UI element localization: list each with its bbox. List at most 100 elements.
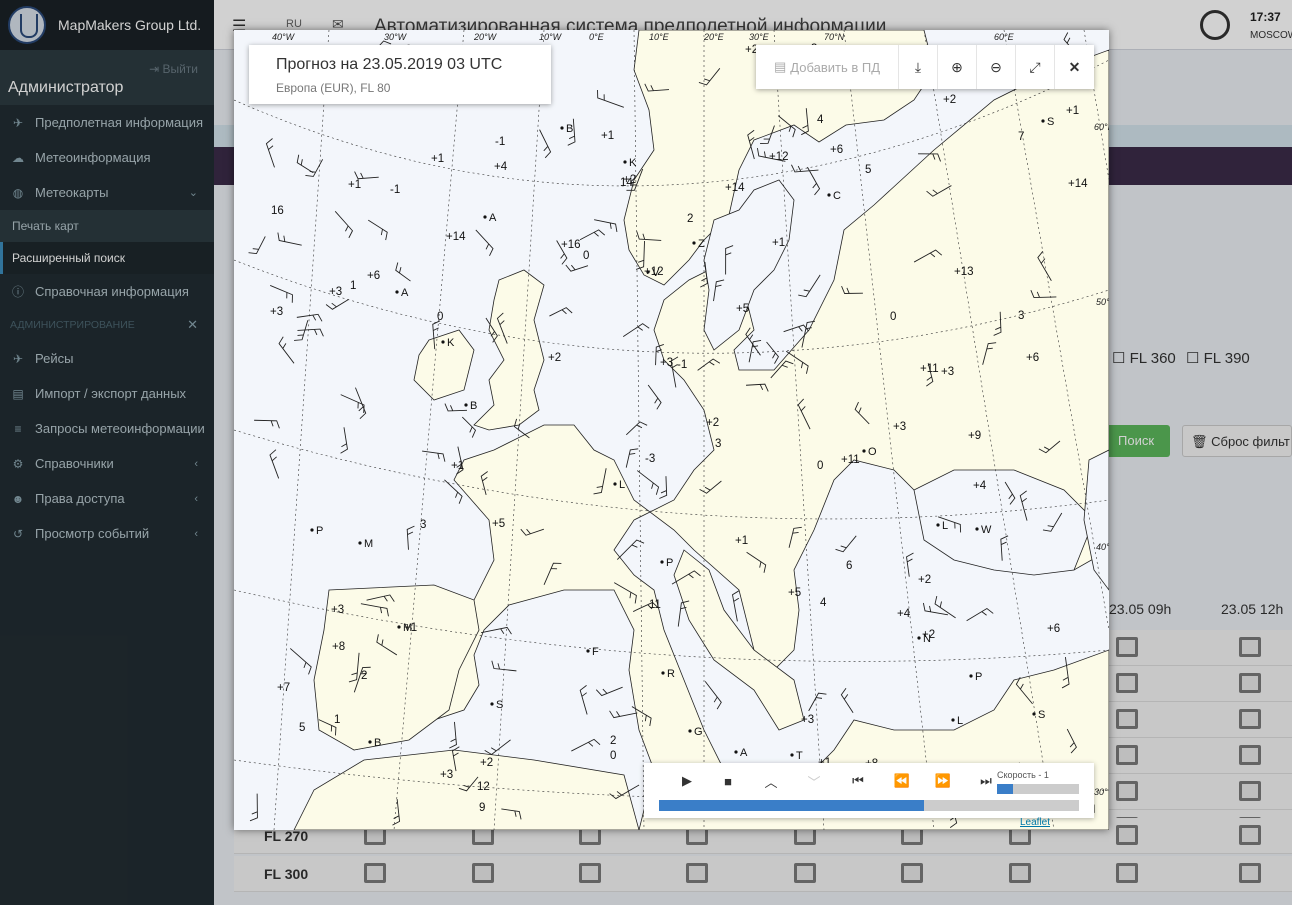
temperature-label: +4 bbox=[494, 161, 508, 173]
prev-frame-button[interactable]: ⏪ bbox=[889, 771, 915, 791]
stop-icon: ■ bbox=[724, 773, 732, 789]
temperature-label: 4 bbox=[820, 597, 827, 609]
city-label: T bbox=[796, 750, 803, 762]
city-dot bbox=[862, 449, 866, 453]
city-label: K bbox=[629, 157, 637, 169]
degree-label: 10°W bbox=[539, 32, 563, 42]
city-dot bbox=[975, 527, 979, 531]
next-frame-button[interactable]: ⏩ bbox=[930, 771, 956, 791]
temperature-label: +1 bbox=[431, 153, 444, 165]
temperature-label: +3 bbox=[801, 714, 814, 726]
zoom-out-icon: ⊖ bbox=[990, 58, 1002, 75]
degree-label: 60°N bbox=[1094, 122, 1109, 132]
add-to-briefing-label: Добавить в ПД bbox=[790, 59, 881, 75]
close-icon: ✕ bbox=[1068, 58, 1081, 75]
temperature-label: 0 bbox=[583, 250, 589, 262]
last-frame-button[interactable]: ⏭ bbox=[973, 771, 999, 791]
temperature-label: +4 bbox=[973, 480, 987, 492]
degree-label: 0°E bbox=[589, 32, 605, 42]
play-icon: ▶ bbox=[682, 773, 692, 788]
degree-label: 30°E bbox=[749, 32, 770, 42]
degree-label: 20°W bbox=[473, 32, 498, 42]
city-label: S bbox=[1047, 116, 1054, 128]
level-up-button[interactable]: ︿ bbox=[758, 771, 784, 791]
city-dot bbox=[660, 560, 664, 564]
temperature-label: 7 bbox=[1018, 131, 1024, 143]
degree-label: 40° bbox=[1096, 542, 1109, 552]
temperature-label: +5 bbox=[788, 587, 801, 599]
city-label: M bbox=[364, 538, 373, 550]
level-down-button[interactable]: ﹀ bbox=[801, 771, 827, 791]
temperature-label: +13 bbox=[954, 266, 974, 278]
city-dot bbox=[395, 290, 399, 294]
city-dot bbox=[586, 649, 590, 653]
play-button[interactable]: ▶ bbox=[674, 771, 700, 791]
speed-slider-fill bbox=[997, 784, 1014, 794]
speed-slider[interactable] bbox=[997, 784, 1079, 794]
temperature-label: +5 bbox=[492, 518, 505, 530]
city-dot bbox=[688, 729, 692, 733]
city-dot bbox=[358, 541, 362, 545]
fullscreen-button[interactable]: ⤢ bbox=[1016, 45, 1055, 89]
chevron-up-icon: ︿ bbox=[764, 774, 778, 790]
city-label: O bbox=[868, 446, 877, 458]
temperature-label: 0 bbox=[610, 750, 616, 762]
temperature-label: 1 bbox=[350, 280, 356, 292]
city-label: C bbox=[833, 190, 841, 202]
temperature-label: 6 bbox=[846, 560, 852, 572]
temperature-label: +2 bbox=[943, 94, 956, 106]
timeline-slider-fill bbox=[659, 800, 924, 811]
temperature-label: +6 bbox=[367, 270, 380, 282]
temperature-label: 5 bbox=[299, 722, 305, 734]
temperature-label: -1 bbox=[390, 184, 400, 196]
city-label: P bbox=[316, 525, 323, 537]
temperature-label: -1 bbox=[677, 359, 687, 371]
temperature-label: 9 bbox=[479, 802, 485, 814]
temperature-label: +8 bbox=[332, 641, 345, 653]
fast-forward-icon: ⏩ bbox=[934, 773, 952, 788]
close-button[interactable]: ✕ bbox=[1055, 45, 1094, 89]
city-label: A bbox=[401, 287, 409, 299]
temperature-label: 4 bbox=[817, 114, 824, 126]
download-button[interactable]: ⤓ bbox=[899, 45, 938, 89]
degree-label: 30° bbox=[1094, 787, 1108, 797]
temperature-label: +1 bbox=[348, 179, 361, 191]
add-to-briefing-button[interactable]: ▤ Добавить в ПД bbox=[756, 45, 899, 89]
city-dot bbox=[936, 523, 940, 527]
city-label: F bbox=[592, 646, 599, 658]
temperature-label: 11 bbox=[649, 599, 661, 611]
degree-label: 10°E bbox=[649, 32, 670, 42]
stop-button[interactable]: ■ bbox=[715, 771, 741, 791]
city-dot bbox=[464, 403, 468, 407]
zoom-out-button[interactable]: ⊖ bbox=[977, 45, 1016, 89]
temperature-label: +2 bbox=[918, 574, 931, 586]
document-icon: ▤ bbox=[773, 59, 787, 74]
timeline-slider[interactable] bbox=[659, 800, 1079, 811]
degree-label: 20°E bbox=[703, 32, 725, 42]
temperature-label: +3 bbox=[660, 357, 673, 369]
city-label: V bbox=[652, 267, 660, 279]
temperature-label: 3 bbox=[1018, 310, 1024, 322]
city-dot bbox=[623, 160, 627, 164]
zoom-in-button[interactable]: ⊕ bbox=[938, 45, 977, 89]
city-label: W bbox=[981, 524, 992, 536]
map-subtitle: Европа (EUR), FL 80 bbox=[276, 81, 391, 95]
temperature-label: +3 bbox=[941, 366, 954, 378]
skip-back-icon: ⏮ bbox=[852, 773, 864, 788]
map-canvas[interactable]: -3452331230-1+10+2+3+2+3+1+1+2+1+10-1-1+… bbox=[234, 30, 1109, 830]
temperature-label: +3 bbox=[331, 604, 344, 616]
temperature-label: -1 bbox=[495, 136, 505, 148]
city-label: B bbox=[470, 400, 477, 412]
temperature-label: +14 bbox=[1068, 178, 1088, 190]
degree-label: 40°W bbox=[272, 32, 296, 42]
first-frame-button[interactable]: ⏮ bbox=[845, 771, 871, 791]
forecast-map[interactable]: -3452331230-1+10+2+3+2+3+1+1+2+1+10-1-1+… bbox=[234, 30, 1109, 830]
temperature-label: +2 bbox=[706, 417, 719, 429]
temperature-label: +1 bbox=[601, 130, 614, 142]
degree-label: 60°E bbox=[994, 32, 1015, 42]
city-label: A bbox=[489, 212, 497, 224]
leaflet-attribution-link[interactable]: Leaflet bbox=[1020, 817, 1050, 828]
city-label: M bbox=[403, 622, 412, 634]
city-label: P bbox=[975, 671, 982, 683]
temperature-label: 2 bbox=[610, 735, 616, 747]
